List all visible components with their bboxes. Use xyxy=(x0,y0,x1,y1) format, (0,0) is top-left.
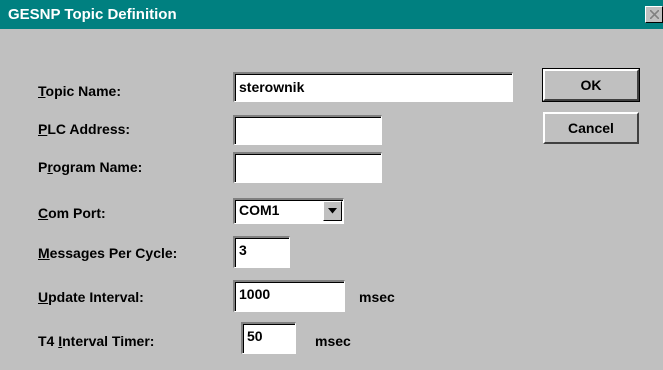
update-interval-field[interactable]: 1000 xyxy=(233,280,345,312)
t4-interval-timer-label-text: nterval Timer: xyxy=(62,333,155,349)
cancel-button[interactable]: Cancel xyxy=(543,112,639,144)
com-port-label-text: om Port: xyxy=(48,205,106,221)
plc-address-label: PLC Address: xyxy=(38,121,130,137)
program-name-label-text: ogram Name: xyxy=(52,159,143,175)
t4-interval-timer-unit: msec xyxy=(315,333,351,349)
close-icon xyxy=(650,10,659,19)
program-name-label-prefix: P xyxy=(38,159,48,175)
update-interval-unit: msec xyxy=(359,289,395,305)
topic-name-field[interactable]: sterownik xyxy=(233,72,513,102)
messages-per-cycle-label: Messages Per Cycle: xyxy=(38,245,177,261)
plc-address-label-text: LC Address: xyxy=(47,121,131,137)
topic-name-label-text: opic Name: xyxy=(45,83,121,99)
com-port-label: Com Port: xyxy=(38,205,106,221)
chevron-down-icon xyxy=(328,208,337,214)
com-port-select[interactable]: COM1 xyxy=(233,198,344,224)
plc-address-mnemonic: P xyxy=(38,121,48,137)
com-port-selected-value: COM1 xyxy=(239,202,280,218)
window-title: GESNP Topic Definition xyxy=(8,6,177,23)
update-interval-mnemonic: U xyxy=(38,289,49,305)
t4-interval-timer-label-prefix: T4 xyxy=(38,333,59,349)
program-name-label: Program Name: xyxy=(38,159,142,175)
messages-per-cycle-label-text: essages Per Cycle: xyxy=(49,245,178,261)
topic-name-label: Topic Name: xyxy=(38,83,121,99)
messages-per-cycle-mnemonic: M xyxy=(38,245,50,261)
update-interval-label-text: pdate Interval: xyxy=(48,289,144,305)
close-button[interactable] xyxy=(645,6,663,23)
title-bar: GESNP Topic Definition xyxy=(0,0,663,29)
messages-per-cycle-field[interactable]: 3 xyxy=(233,236,290,268)
topic-name-mnemonic: T xyxy=(38,83,46,99)
com-port-mnemonic: C xyxy=(38,205,49,221)
com-port-dropdown-button[interactable] xyxy=(323,201,342,221)
ok-button[interactable]: OK xyxy=(542,68,640,102)
t4-interval-timer-label: T4 Interval Timer: xyxy=(38,333,154,349)
update-interval-label: Update Interval: xyxy=(38,289,144,305)
plc-address-field[interactable] xyxy=(233,115,382,145)
t4-interval-timer-field[interactable]: 50 xyxy=(241,322,296,354)
program-name-field[interactable] xyxy=(233,152,382,183)
